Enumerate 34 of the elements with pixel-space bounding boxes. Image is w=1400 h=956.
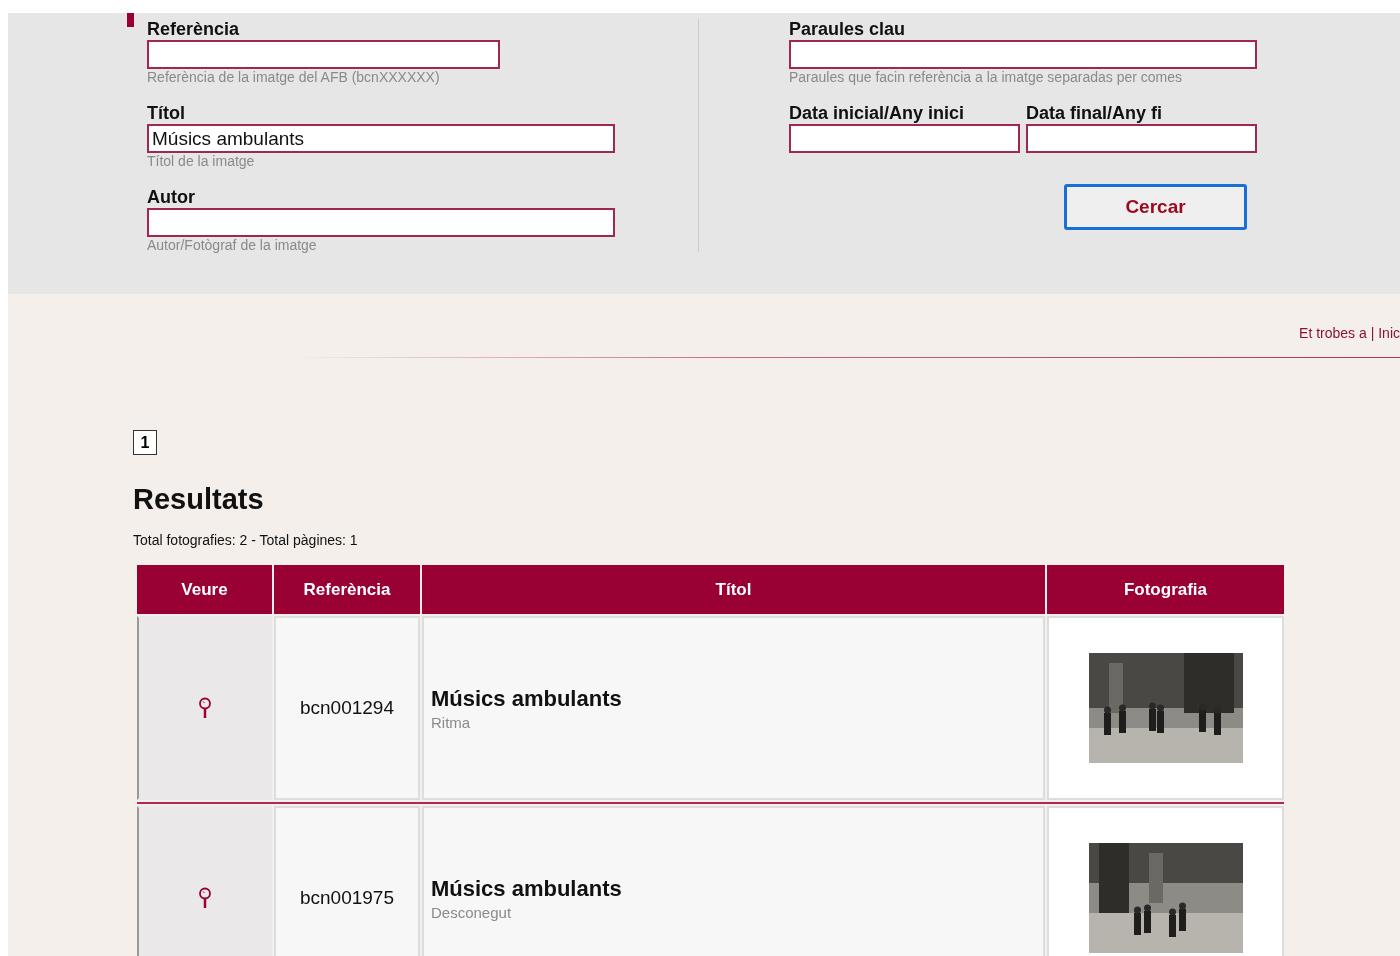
results-summary: Total fotografies: 2 - Total pàgines: 1 xyxy=(133,532,359,548)
table-cell: bcn001294 xyxy=(274,616,420,800)
input-field[interactable] xyxy=(1026,124,1257,153)
search-button[interactable]: Cercar xyxy=(1064,184,1247,230)
section-marker xyxy=(127,13,134,27)
field-label: Títol xyxy=(147,103,186,123)
magnifier-icon[interactable] xyxy=(197,887,212,909)
column-header: Veure xyxy=(137,565,272,614)
photo-author: Desconegut xyxy=(431,903,513,921)
column-header: Referència xyxy=(274,565,420,614)
field-hint: Autor/Fotògraf de la imatge xyxy=(147,237,318,254)
photo-title: Músics ambulants xyxy=(431,685,623,712)
field-label: Paraules clau xyxy=(789,19,907,39)
field-label: Autor xyxy=(147,187,196,207)
table-cell: bcn001975 xyxy=(274,806,420,956)
field-hint: Títol de la imatge xyxy=(147,153,256,170)
input-field[interactable] xyxy=(789,40,1257,69)
photo-author: Ritma xyxy=(431,713,472,731)
page-button[interactable]: 1 xyxy=(133,430,157,455)
field-hint: Paraules que facin referència a la imatge separadas per comes xyxy=(789,69,1183,86)
column-header: Títol xyxy=(422,565,1045,614)
field-hint: Referència de la imatge del AFB (bcnXXXXXX) xyxy=(147,69,441,86)
input-field[interactable] xyxy=(147,40,500,69)
field-label: Referència xyxy=(147,19,241,39)
magnifier-icon[interactable] xyxy=(197,697,212,719)
input-field[interactable] xyxy=(147,208,615,237)
column-header: Fotografia xyxy=(1047,565,1284,614)
results-heading: Resultats xyxy=(133,482,265,516)
photo-title: Músics ambulants xyxy=(431,875,623,902)
field-label: Data inicial/Any inici xyxy=(789,103,966,123)
input-field[interactable]: Músics ambulants xyxy=(147,124,615,153)
input-field[interactable] xyxy=(789,124,1020,153)
field-label: Data final/Any fi xyxy=(1026,103,1164,123)
breadcrumb: Et trobes a | Inic xyxy=(1299,325,1400,343)
